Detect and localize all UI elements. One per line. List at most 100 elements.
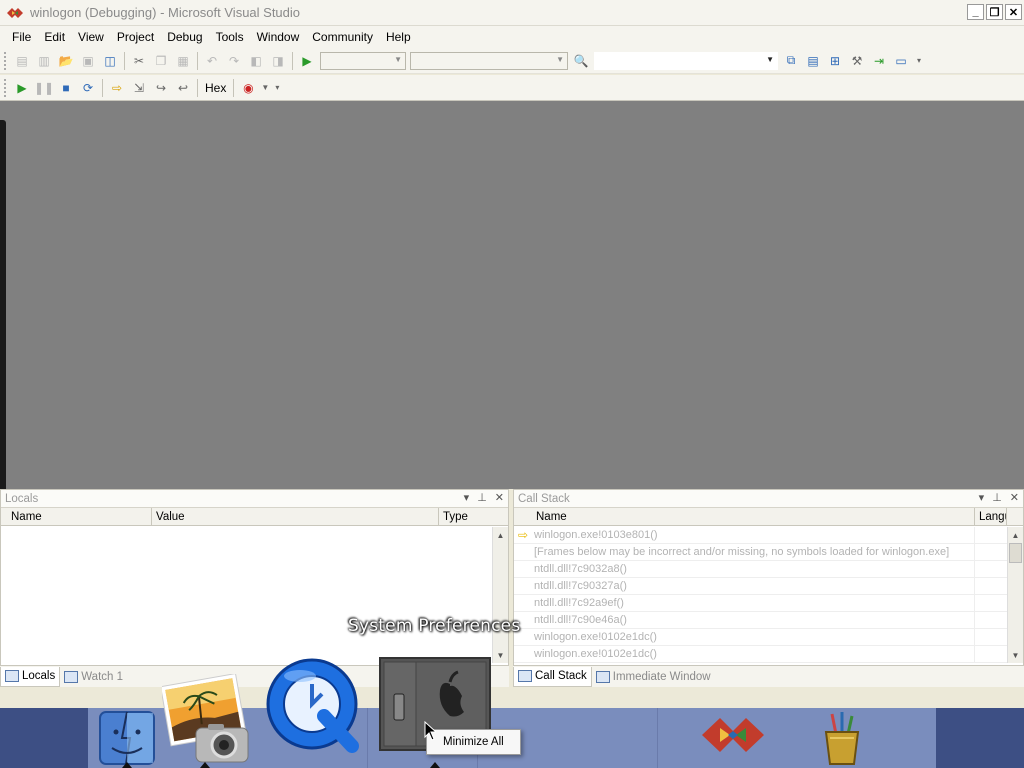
- call-stack-row[interactable]: winlogon.exe!0102e1dc(): [514, 629, 1007, 646]
- open-file-icon[interactable]: 📂: [56, 51, 76, 71]
- call-stack-row[interactable]: ntdll.dll!7c90e46a(): [514, 612, 1007, 629]
- scroll-up-icon[interactable]: ▲: [493, 527, 508, 543]
- step-into-icon[interactable]: ⇲: [129, 78, 149, 98]
- minimize-button[interactable]: _: [967, 4, 984, 20]
- scroll-down-icon[interactable]: ▼: [493, 647, 508, 663]
- menu-debug[interactable]: Debug: [161, 30, 208, 44]
- toolbox-icon[interactable]: ⚒: [847, 51, 867, 71]
- menu-file[interactable]: File: [6, 30, 37, 44]
- undo-icon[interactable]: ↶: [202, 51, 222, 71]
- call-stack-scrollbar[interactable]: ▲ ▼: [1007, 527, 1023, 663]
- toolbar-options-icon[interactable]: ▾: [913, 51, 925, 71]
- stop-debugging-icon[interactable]: ■: [56, 78, 76, 98]
- step-over-icon[interactable]: ↪: [151, 78, 171, 98]
- running-indicator-icon: [430, 762, 440, 768]
- call-stack-row[interactable]: [Frames below may be incorrect and/or mi…: [514, 544, 1007, 561]
- save-all-icon[interactable]: ◫: [100, 51, 120, 71]
- column-header-language[interactable]: Langu: [975, 508, 1007, 525]
- tab-immediate-window[interactable]: Immediate Window: [592, 667, 715, 687]
- call-stack-panel-header: Call Stack ▾ ⊥ ✕: [514, 490, 1023, 508]
- auto-hide-pin-icon[interactable]: ⊥: [992, 491, 1002, 504]
- finder-icon[interactable]: [98, 708, 156, 766]
- call-stack-row[interactable]: winlogon.exe!0102e1dc(): [514, 646, 1007, 663]
- menu-project[interactable]: Project: [111, 30, 160, 44]
- column-header-name[interactable]: Name: [532, 508, 975, 525]
- close-panel-icon[interactable]: ✕: [1010, 491, 1019, 504]
- call-stack-icon: [518, 670, 532, 682]
- close-button[interactable]: ✕: [1005, 4, 1022, 20]
- visual-studio-icon[interactable]: [700, 712, 766, 758]
- window-position-dropdown-icon[interactable]: ▾: [979, 491, 985, 504]
- column-header-value[interactable]: Value: [152, 508, 439, 525]
- close-panel-icon[interactable]: ✕: [495, 491, 504, 504]
- tab-call-stack[interactable]: Call Stack: [513, 666, 592, 687]
- redo-icon[interactable]: ↷: [224, 51, 244, 71]
- tab-locals-label: Locals: [22, 670, 56, 682]
- new-project-icon[interactable]: ▤: [12, 51, 32, 71]
- tab-watch-1[interactable]: Watch 1: [60, 667, 127, 687]
- solution-explorer-icon[interactable]: ⧉: [781, 51, 801, 71]
- copy-icon[interactable]: ❐: [151, 51, 171, 71]
- solution-platform-dropdown[interactable]: ▼: [410, 51, 568, 70]
- call-stack-row[interactable]: ntdll.dll!7c92a9ef(): [514, 595, 1007, 612]
- step-out-icon[interactable]: ↩: [173, 78, 193, 98]
- toolbar-grip[interactable]: [4, 51, 7, 70]
- iphoto-icon[interactable]: [162, 674, 254, 766]
- column-header-name[interactable]: Name: [1, 508, 152, 525]
- mouse-cursor-icon: [424, 721, 436, 741]
- menu-view[interactable]: View: [72, 30, 110, 44]
- call-stack-panel: Call Stack ▾ ⊥ ✕ Name Langu ⇨ winlogon.e…: [513, 489, 1024, 687]
- solution-configuration-dropdown[interactable]: ▼: [320, 51, 406, 70]
- menu-tools[interactable]: Tools: [210, 30, 250, 44]
- menu-community[interactable]: Community: [306, 30, 379, 44]
- visual-studio-logo-icon: [7, 7, 23, 18]
- menu-help[interactable]: Help: [380, 30, 417, 44]
- menu-item-minimize-all[interactable]: Minimize All: [443, 736, 504, 748]
- properties-window-icon[interactable]: ▤: [803, 51, 823, 71]
- dock-hover-label: System Preferences: [348, 616, 521, 636]
- call-stack-row[interactable]: ntdll.dll!7c90327a(): [514, 578, 1007, 595]
- continue-icon[interactable]: ▶: [12, 78, 32, 98]
- immediate-window-icon: [595, 670, 610, 683]
- break-all-icon[interactable]: ❚❚: [34, 78, 54, 98]
- running-indicator-icon: [200, 762, 210, 768]
- column-header-type[interactable]: Type: [439, 508, 492, 525]
- start-debugging-icon[interactable]: ▶: [297, 51, 317, 71]
- scroll-up-icon[interactable]: ▲: [1008, 527, 1023, 543]
- add-item-icon[interactable]: ▥: [34, 51, 54, 71]
- find-in-files-icon[interactable]: 🔍: [571, 51, 591, 71]
- toolbar-options-icon[interactable]: ▾: [272, 78, 282, 98]
- navigate-forward-icon[interactable]: ◨: [268, 51, 288, 71]
- scroll-down-icon[interactable]: ▼: [1008, 647, 1023, 663]
- breakpoints-dropdown-icon[interactable]: ▼: [260, 78, 270, 98]
- pencil-cup-icon[interactable]: [818, 712, 866, 766]
- start-page-icon[interactable]: ⇥: [869, 51, 889, 71]
- breakpoints-icon[interactable]: ◉: [238, 78, 258, 98]
- tab-locals[interactable]: Locals: [0, 666, 61, 687]
- auto-hide-pin-icon[interactable]: ⊥: [477, 491, 487, 504]
- show-next-statement-icon[interactable]: ⇨: [107, 78, 127, 98]
- window-position-dropdown-icon[interactable]: ▾: [464, 491, 470, 504]
- call-stack-row[interactable]: ntdll.dll!7c9032a8(): [514, 561, 1007, 578]
- call-stack-row[interactable]: ⇨ winlogon.exe!0103e801(): [514, 527, 1007, 544]
- toolbar-grip[interactable]: [4, 78, 7, 97]
- object-browser-icon[interactable]: ⊞: [825, 51, 845, 71]
- hex-display-toggle[interactable]: Hex: [201, 81, 230, 95]
- command-window-icon[interactable]: ▭: [891, 51, 911, 71]
- cut-icon[interactable]: ✂: [129, 51, 149, 71]
- locals-grid-header: Name Value Type: [1, 508, 508, 526]
- restart-icon[interactable]: ⟳: [78, 78, 98, 98]
- menu-edit[interactable]: Edit: [38, 30, 71, 44]
- tab-watch-1-label: Watch 1: [81, 670, 124, 683]
- menu-window[interactable]: Window: [251, 30, 306, 44]
- navigate-backward-icon[interactable]: ◧: [246, 51, 266, 71]
- find-combo-input[interactable]: ▼: [594, 51, 778, 70]
- paste-icon[interactable]: ▦: [173, 51, 193, 71]
- scroll-thumb[interactable]: [1009, 543, 1022, 563]
- save-icon[interactable]: ▣: [78, 51, 98, 71]
- quicktime-icon[interactable]: [262, 654, 364, 756]
- call-stack-rows: ⇨ winlogon.exe!0103e801() [Frames below …: [514, 527, 1007, 663]
- locals-scrollbar[interactable]: ▲ ▼: [492, 527, 508, 663]
- restore-button[interactable]: ❐: [986, 4, 1003, 20]
- debug-toolbar: ▶ ❚❚ ■ ⟳ ⇨ ⇲ ↪ ↩ Hex ◉ ▼ ▾: [0, 75, 1024, 101]
